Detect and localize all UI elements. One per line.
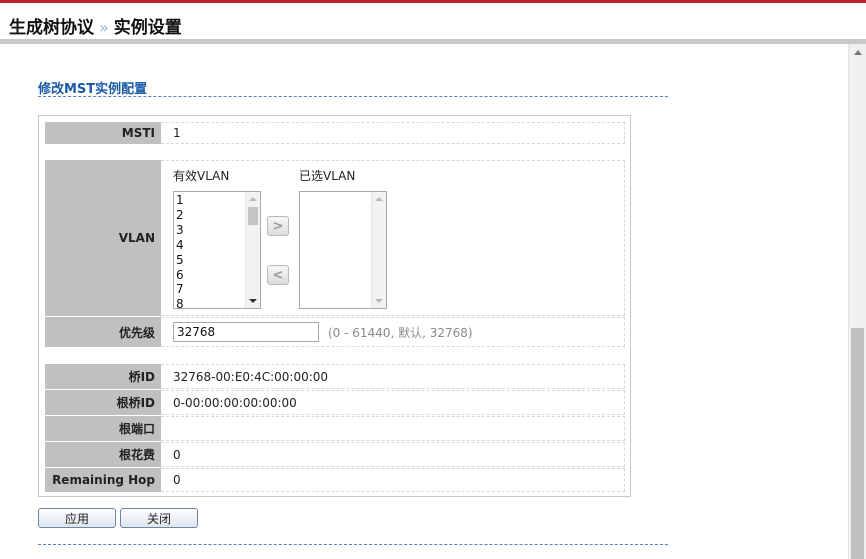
vlan-option[interactable]: 4: [176, 238, 184, 253]
close-button[interactable]: 关闭: [120, 508, 198, 528]
row-priority: 优先级 (0 - 61440, 默认, 32768): [45, 317, 625, 347]
msti-value: 1: [161, 122, 625, 144]
root-cost-label: 根花费: [45, 442, 161, 467]
remove-vlan-button[interactable]: <: [267, 265, 289, 285]
available-vlan-caption: 有效VLAN: [173, 169, 230, 183]
vlan-selector: 有效VLAN 已选VLAN 12345678 > <: [161, 160, 625, 316]
selected-vlan-list[interactable]: [299, 191, 387, 309]
breadcrumb-current: 实例设置: [113, 18, 182, 38]
bottom-divider: [38, 544, 668, 545]
breadcrumb: 生成树协议 » 实例设置: [9, 13, 182, 38]
scroll-thumb[interactable]: [248, 207, 258, 225]
page-scrollbar[interactable]: [848, 44, 866, 559]
vlan-option[interactable]: 7: [176, 282, 184, 297]
priority-input[interactable]: [173, 322, 319, 342]
breadcrumb-separator-icon: »: [99, 18, 109, 37]
root-bridge-id-label: 根桥ID: [45, 390, 161, 415]
available-vlan-list[interactable]: 12345678: [173, 191, 261, 309]
bridge-id-label: 桥ID: [45, 364, 161, 389]
breadcrumb-parent[interactable]: 生成树协议: [9, 18, 94, 38]
row-bridge-id: 桥ID 32768-00:E0:4C:00:00:00: [45, 364, 625, 389]
root-bridge-id-value: 0-00:00:00:00:00:00: [161, 390, 625, 415]
mst-instance-form: MSTI 1 VLAN 有效VLAN 已选VLAN 12345678 > < 优…: [38, 115, 631, 497]
remaining-hop-value: 0: [161, 468, 625, 492]
page-header: 生成树协议 » 实例设置: [0, 3, 866, 41]
section-title: 修改MST实例配置: [38, 82, 148, 97]
vlan-option[interactable]: 3: [176, 223, 184, 238]
vlan-option[interactable]: 8: [176, 297, 184, 308]
scroll-up-icon[interactable]: [249, 197, 257, 201]
chevron-left-icon: <: [272, 267, 284, 283]
page-scroll-thumb[interactable]: [851, 328, 864, 559]
vlan-option[interactable]: 6: [176, 268, 184, 283]
row-remaining-hop: Remaining Hop 0: [45, 468, 625, 492]
priority-hint: (0 - 61440, 默认, 32768): [328, 325, 473, 340]
row-root-bridge-id: 根桥ID 0-00:00:00:00:00:00: [45, 390, 625, 415]
chevron-right-icon: >: [272, 218, 284, 234]
selected-vlan-caption: 已选VLAN: [299, 169, 356, 183]
bridge-id-value: 32768-00:E0:4C:00:00:00: [161, 364, 625, 389]
vlan-option[interactable]: 1: [176, 193, 184, 208]
section-divider: [38, 96, 668, 97]
add-vlan-button[interactable]: >: [267, 216, 289, 236]
row-msti: MSTI 1: [45, 122, 625, 144]
root-port-value: [161, 416, 625, 441]
msti-label: MSTI: [45, 122, 161, 144]
row-root-cost: 根花费 0: [45, 442, 625, 467]
root-port-label: 根端口: [45, 416, 161, 441]
vlan-option[interactable]: 5: [176, 253, 184, 268]
main-content: 修改MST实例配置 MSTI 1 VLAN 有效VLAN 已选VLAN 1234…: [0, 44, 848, 559]
root-cost-value: 0: [161, 442, 625, 467]
scroll-down-icon[interactable]: [249, 299, 257, 303]
available-vlan-items: 12345678: [176, 193, 184, 308]
remaining-hop-label: Remaining Hop: [45, 468, 161, 492]
row-vlan: VLAN 有效VLAN 已选VLAN 12345678 > <: [45, 160, 625, 316]
apply-button[interactable]: 应用: [38, 508, 116, 528]
vlan-option[interactable]: 2: [176, 208, 184, 223]
scroll-down-icon[interactable]: [375, 299, 383, 303]
available-vlan-scrollbar[interactable]: [245, 192, 260, 308]
scroll-up-icon[interactable]: [375, 197, 383, 201]
selected-vlan-scrollbar[interactable]: [371, 192, 386, 308]
priority-value-cell: (0 - 61440, 默认, 32768): [161, 317, 625, 347]
scroll-up-icon[interactable]: [854, 50, 862, 55]
vlan-label: VLAN: [45, 160, 161, 316]
row-root-port: 根端口: [45, 416, 625, 441]
priority-label: 优先级: [45, 317, 161, 347]
